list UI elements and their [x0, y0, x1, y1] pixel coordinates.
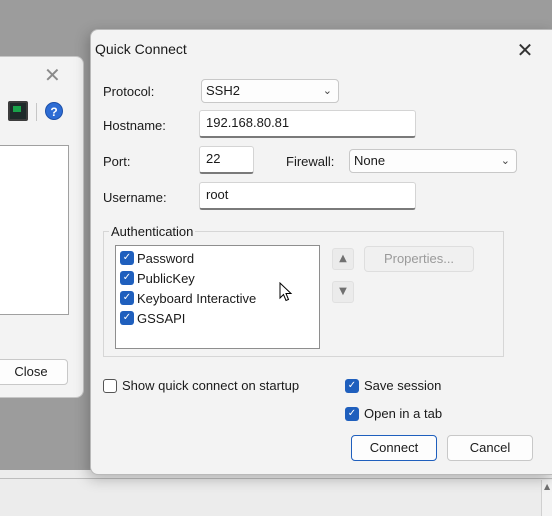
open-in-tab-checkbox[interactable]: ✓ [345, 406, 359, 421]
close-icon[interactable]: ✕ [511, 36, 539, 64]
save-session-option[interactable]: ✓ Save session [345, 378, 441, 393]
background-window: ✕ ? Close [0, 56, 84, 398]
show-quick-connect-checkbox[interactable] [103, 378, 117, 393]
move-up-button[interactable]: ▲ [332, 248, 354, 270]
close-button[interactable]: Close [0, 359, 68, 385]
connect-button[interactable]: Connect [351, 435, 437, 461]
username-label: Username: [103, 190, 167, 205]
divider [0, 478, 552, 479]
save-session-label: Save session [364, 378, 442, 393]
list-item-label: Password [137, 250, 195, 266]
open-in-tab-option[interactable]: ✓ Open in a tab [345, 406, 442, 421]
open-in-tab-label: Open in a tab [364, 406, 443, 421]
protocol-value: SSH2 [206, 83, 240, 98]
hostname-label: Hostname: [103, 118, 166, 133]
move-down-button[interactable]: ▼ [332, 281, 354, 303]
list-item-keyboard-interactive[interactable]: ✓ Keyboard Interactive [120, 289, 256, 307]
username-input[interactable]: root [199, 182, 416, 210]
protocol-label: Protocol: [103, 84, 155, 99]
keyboard-interactive-checkbox[interactable]: ✓ [120, 291, 134, 305]
list-item-label: Keyboard Interactive [137, 290, 257, 306]
session-list-pane[interactable] [0, 145, 69, 315]
gssapi-checkbox[interactable]: ✓ [120, 311, 134, 325]
list-item-label: PublicKey [137, 270, 195, 286]
scrollbar[interactable]: ▲ [541, 480, 552, 516]
mouse-cursor-icon [279, 282, 293, 302]
save-session-checkbox[interactable]: ✓ [345, 378, 359, 393]
publickey-checkbox[interactable]: ✓ [120, 271, 134, 285]
list-item-gssapi[interactable]: ✓ GSSAPI [120, 309, 185, 327]
triangle-down-icon: ▼ [339, 286, 347, 297]
firewall-select[interactable]: None ⌄ [349, 149, 517, 173]
password-checkbox[interactable]: ✓ [120, 251, 134, 265]
show-quick-connect-label: Show quick connect on startup [122, 378, 300, 393]
chevron-down-icon: ⌄ [322, 84, 332, 97]
port-input[interactable]: 22 [199, 146, 254, 174]
triangle-up-icon: ▲ [339, 253, 347, 264]
show-quick-connect-option[interactable]: Show quick connect on startup [103, 378, 299, 393]
chevron-down-icon: ⌄ [500, 154, 510, 167]
scroll-up-icon[interactable]: ▲ [544, 482, 550, 491]
authentication-title: Authentication [109, 224, 196, 239]
list-item-password[interactable]: ✓ Password [120, 249, 194, 267]
terminal-icon[interactable] [8, 101, 28, 121]
firewall-value: None [354, 153, 386, 168]
cancel-button[interactable]: Cancel [447, 435, 533, 461]
list-item-label: GSSAPI [137, 310, 186, 326]
background-strip [0, 470, 552, 516]
list-item-publickey[interactable]: ✓ PublicKey [120, 269, 195, 287]
quick-connect-dialog: Quick Connect ✕ Protocol: SSH2 ⌄ Hostnam… [90, 29, 552, 475]
help-icon[interactable]: ? [45, 102, 63, 120]
firewall-label: Firewall: [286, 154, 335, 169]
hostname-input[interactable]: 192.168.80.81 [199, 110, 416, 138]
protocol-select[interactable]: SSH2 ⌄ [201, 79, 339, 103]
dialog-title: Quick Connect [95, 41, 187, 57]
properties-button[interactable]: Properties... [364, 246, 474, 272]
port-label: Port: [103, 154, 131, 169]
close-icon[interactable]: ✕ [44, 65, 61, 85]
toolbar-separator [36, 103, 37, 121]
